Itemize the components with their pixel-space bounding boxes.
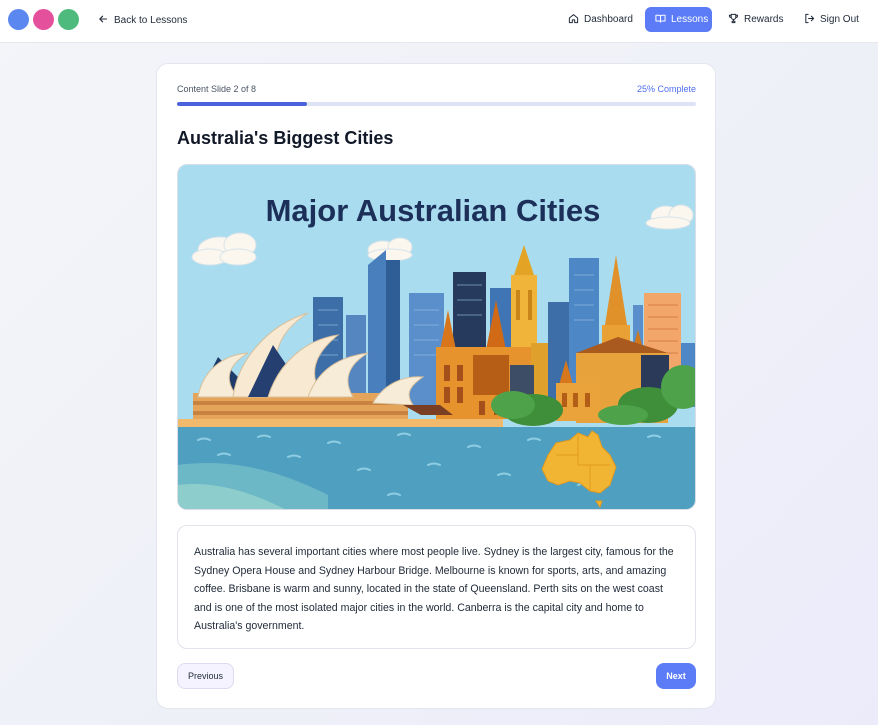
home-icon	[568, 13, 579, 27]
app-logo[interactable]	[8, 9, 79, 30]
lesson-slide-card: Content Slide 2 of 8 25% Complete Austra…	[156, 63, 716, 709]
book-icon	[655, 13, 666, 27]
nav-sign-out[interactable]: Sign Out	[794, 7, 869, 32]
logo-dot-green	[58, 9, 79, 30]
completion-percent: 25% Complete	[636, 84, 696, 94]
image-title: Major Australian Cities	[266, 193, 601, 228]
australian-cities-illustration: Major Australian Cities	[177, 164, 696, 510]
next-button[interactable]: Next	[656, 663, 696, 689]
slide-title: Australia's Biggest Cities	[177, 128, 394, 148]
progress-bar	[177, 102, 696, 106]
nav-lessons[interactable]: Lessons	[645, 7, 712, 32]
nav-rewards-label: Rewards	[744, 14, 784, 25]
trophy-icon	[728, 13, 739, 27]
nav-dashboard[interactable]: Dashboard	[558, 7, 643, 32]
back-to-lessons-link[interactable]: Back to Lessons	[98, 12, 187, 28]
nav-sign-out-label: Sign Out	[820, 14, 859, 25]
top-nav-bar: Back to Lessons Dashboard Lessons Reward…	[0, 0, 878, 43]
back-to-lessons-label: Back to Lessons	[114, 14, 188, 26]
nav-rewards[interactable]: Rewards	[718, 7, 793, 32]
logo-dot-pink	[33, 9, 54, 30]
sign-out-icon	[804, 13, 815, 27]
nav-dashboard-label: Dashboard	[584, 14, 633, 25]
previous-button[interactable]: Previous	[177, 663, 234, 689]
slide-counter: Content Slide 2 of 8	[177, 84, 257, 94]
progress-meta: Content Slide 2 of 8 25% Complete	[177, 84, 696, 96]
arrow-left-icon	[98, 14, 108, 27]
progress-bar-fill	[177, 102, 307, 106]
lesson-body-text-box: Australia has several important cities w…	[177, 525, 696, 649]
lesson-body-text: Australia has several important cities w…	[194, 546, 674, 633]
logo-dot-blue	[8, 9, 29, 30]
nav-lessons-label: Lessons	[671, 14, 709, 25]
